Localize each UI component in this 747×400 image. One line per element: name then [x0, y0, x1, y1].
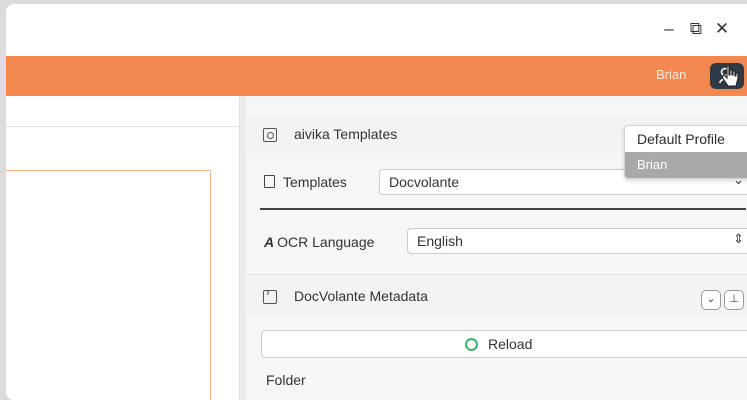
pin-button[interactable]: ⊥	[724, 290, 744, 310]
reload-label: Reload	[488, 336, 533, 352]
document-preview-area[interactable]	[6, 170, 211, 400]
close-button[interactable]: ✕	[711, 18, 733, 40]
section-divider	[260, 208, 746, 210]
profile-option-default[interactable]: Default Profile	[625, 126, 747, 152]
folder-label: Folder	[266, 372, 306, 388]
templates-label: Templates	[264, 174, 347, 190]
metadata-icon	[263, 287, 277, 304]
profile-option-brian[interactable]: Brian	[625, 152, 747, 178]
metadata-section-header[interactable]: DocVolante Metadata	[246, 278, 747, 316]
top-toolbar: Brian	[6, 56, 747, 96]
minimize-button[interactable]: –	[658, 18, 680, 40]
ocr-language-label: A OCR Language	[264, 234, 375, 250]
current-user-name: Brian	[656, 67, 687, 82]
section-separator	[246, 274, 747, 275]
template-icon	[263, 128, 277, 142]
app-window: – ⧉ ✕ Brian aivika Templates Templates D…	[6, 4, 747, 400]
document-list-header	[6, 96, 239, 127]
templates-section-title: aivika Templates	[294, 126, 398, 142]
metadata-section-title: DocVolante Metadata	[294, 288, 428, 304]
title-bar: – ⧉ ✕	[6, 4, 747, 56]
updown-chevron-icon: ⇕	[733, 231, 744, 246]
text-style-icon: A	[264, 234, 275, 250]
maximize-button[interactable]: ⧉	[685, 18, 707, 40]
profile-dropdown: Default Profile Brian	[624, 125, 747, 179]
templates-icon	[264, 175, 275, 188]
reload-icon	[465, 337, 478, 351]
reload-button[interactable]: Reload	[261, 330, 747, 358]
mouse-pointer-icon	[721, 65, 739, 87]
ocr-language-select[interactable]: English ⇕	[407, 228, 747, 254]
collapse-button[interactable]: ⌄	[701, 290, 721, 310]
